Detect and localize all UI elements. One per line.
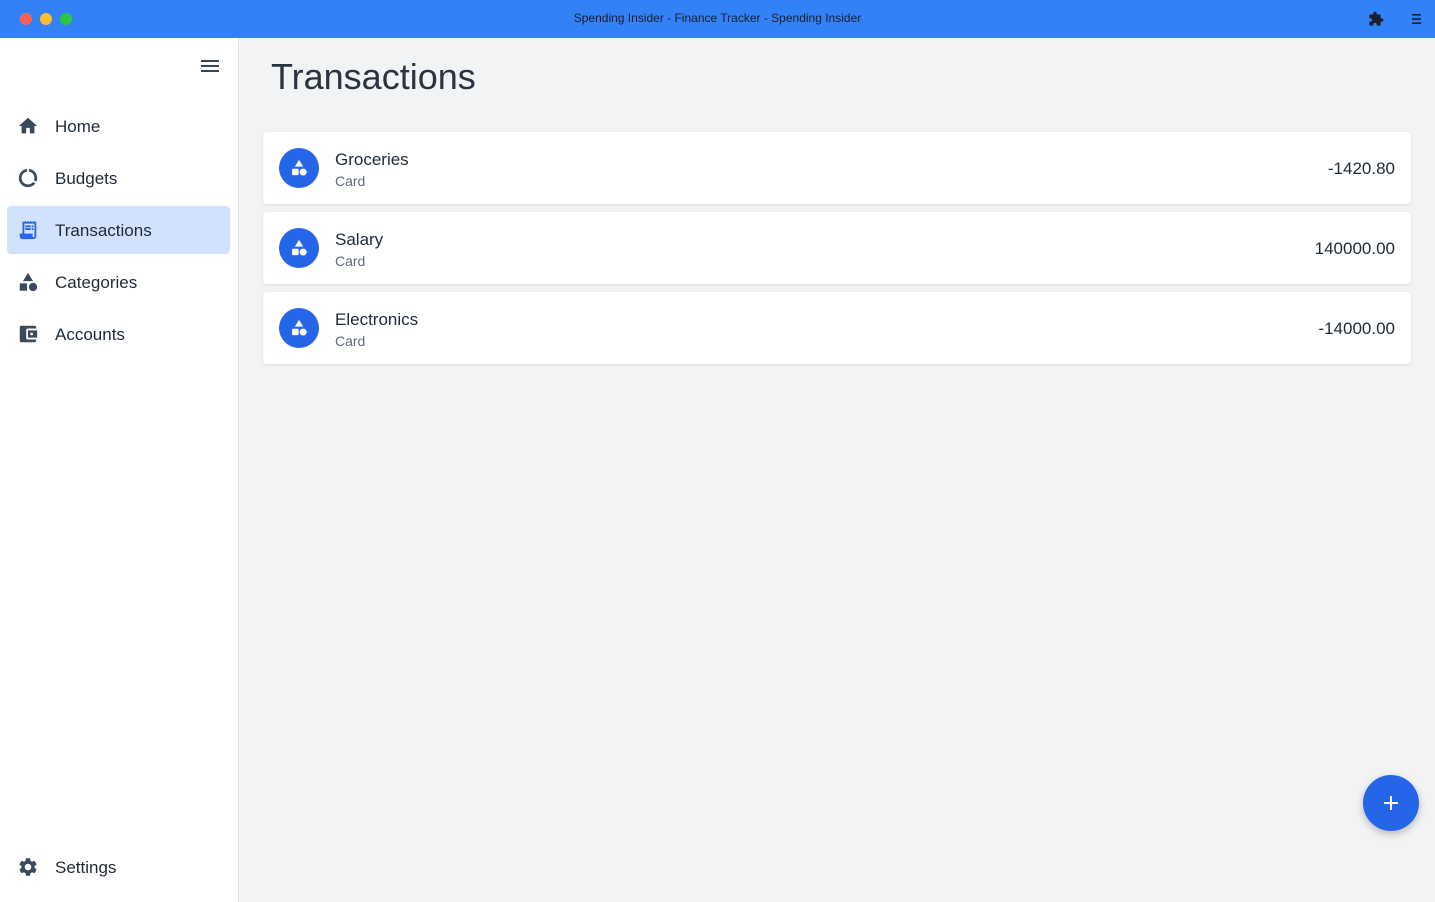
transaction-name: Groceries: [335, 150, 409, 169]
receipt-icon: [16, 218, 40, 242]
sidebar-item-label: Settings: [55, 858, 117, 877]
window-menu-icon[interactable]: [1407, 10, 1425, 28]
sidebar-item-categories[interactable]: Categories: [7, 258, 230, 306]
menu-toggle-icon[interactable]: [198, 56, 222, 76]
transaction-account: Card: [335, 173, 366, 189]
transaction-account: Card: [335, 333, 366, 349]
gear-icon: [16, 855, 40, 879]
sidebar-item-budgets[interactable]: Budgets: [7, 154, 230, 202]
plus-icon: [1382, 794, 1400, 812]
sidebar-item-accounts[interactable]: Accounts: [7, 310, 230, 358]
transaction-name: Salary: [335, 230, 384, 249]
wallet-icon: [16, 322, 40, 346]
sidebar-item-home[interactable]: Home: [7, 102, 230, 150]
transaction-amount: -1420.80: [1327, 159, 1395, 178]
sidebar-item-label: Home: [55, 117, 101, 136]
transaction-account: Card: [335, 253, 366, 269]
transaction-row[interactable]: Salary Card 140000.00: [263, 212, 1411, 284]
sidebar: Home Budgets Transactions Categories Acc…: [0, 38, 239, 902]
sidebar-item-label: Budgets: [55, 169, 118, 188]
transaction-amount: -14000.00: [1318, 319, 1395, 338]
shapes-icon: [279, 308, 319, 348]
sidebar-item-label: Accounts: [55, 325, 125, 344]
page-title: Transactions: [271, 56, 476, 97]
transaction-row[interactable]: Electronics Card -14000.00: [263, 292, 1411, 364]
shapes-icon: [16, 270, 40, 294]
sidebar-item-transactions[interactable]: Transactions: [7, 206, 230, 254]
window-titlebar: Spending Insider - Finance Tracker - Spe…: [0, 0, 1435, 38]
add-transaction-button[interactable]: [1363, 775, 1419, 831]
transaction-name: Electronics: [335, 310, 419, 329]
home-icon: [16, 114, 40, 138]
transaction-amount: 140000.00: [1314, 239, 1395, 258]
window-title: Spending Insider - Finance Tracker - Spe…: [573, 11, 862, 25]
shapes-icon: [279, 228, 319, 268]
budget-ring-icon: [16, 166, 40, 190]
extensions-puzzle-icon[interactable]: [1367, 10, 1385, 28]
shapes-icon: [279, 148, 319, 188]
transaction-row[interactable]: Groceries Card -1420.80: [263, 132, 1411, 204]
sidebar-item-label: Transactions: [55, 221, 152, 240]
sidebar-item-label: Categories: [55, 273, 138, 292]
main-content: Transactions Groceries Card -1420.80 Sal…: [240, 38, 1435, 902]
sidebar-item-settings[interactable]: Settings: [7, 843, 230, 891]
